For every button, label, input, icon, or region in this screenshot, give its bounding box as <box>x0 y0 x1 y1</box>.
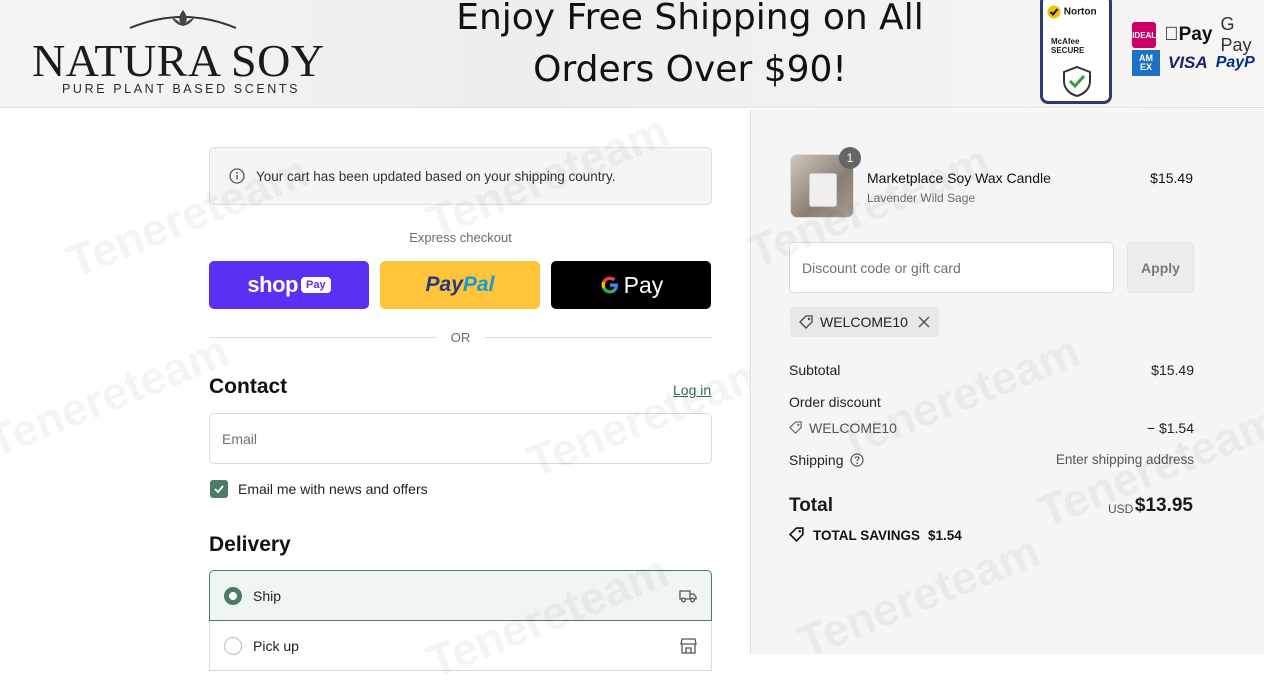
paypal-button[interactable]: Pay Pal <box>380 261 540 309</box>
delivery-option-pickup[interactable]: Pick up <box>209 621 712 671</box>
norton-badge: Norton <box>1047 5 1097 19</box>
payment-logos-row-2: AM EX VISA PayP <box>1132 50 1255 76</box>
total-savings: TOTAL SAVINGS $1.54 <box>789 527 962 543</box>
discount-code-label: WELCOME10 <box>809 420 897 436</box>
ship-radio[interactable] <box>224 586 242 605</box>
help-icon[interactable] <box>849 453 864 467</box>
shop-pay-button[interactable]: shop Pay <box>209 261 369 309</box>
remove-discount-icon[interactable] <box>918 316 930 328</box>
savings-label: TOTAL SAVINGS <box>813 527 921 543</box>
tag-icon <box>789 527 804 542</box>
logo-text: NATURA SOY <box>32 35 325 86</box>
order-summary: 1 Marketplace Soy Wax Candle Lavender Wi… <box>741 109 1264 668</box>
product-variant: Lavender Wild Sage <box>867 191 976 205</box>
store-logo[interactable]: NATURA SOY PURE PLANT BASED SCENTS <box>28 2 338 102</box>
email-field[interactable] <box>209 413 712 464</box>
store-icon <box>680 637 697 654</box>
product-price: $15.49 <box>1150 170 1193 186</box>
ideal-logo: iDEAL <box>1132 22 1157 48</box>
tag-icon <box>789 421 802 434</box>
applied-code: WELCOME10 <box>820 314 908 330</box>
marketing-opt-in[interactable]: Email me with news and offers <box>210 480 428 498</box>
paypal-logo: PayP <box>1215 54 1255 71</box>
mcafee-badge: McAfee SECURE <box>1051 37 1085 55</box>
ship-label: Ship <box>253 587 282 604</box>
order-discount-row: Order discount <box>789 394 1194 410</box>
discount-code-input[interactable] <box>789 242 1114 293</box>
trust-badges: Norton McAfee SECURE <box>1040 0 1112 104</box>
savings-value: $1.54 <box>928 527 962 543</box>
apple-pay-logo: Pay <box>1164 16 1212 45</box>
logo-lotus-icon <box>129 10 237 29</box>
google-pay-button[interactable]: Pay <box>551 261 711 309</box>
pickup-label: Pick up <box>253 637 299 654</box>
pickup-radio[interactable] <box>224 636 242 655</box>
info-icon <box>229 168 245 184</box>
subtotal-value: $15.49 <box>1151 362 1194 378</box>
amex-logo: AM EX <box>1132 50 1160 76</box>
contact-heading: Contact <box>209 375 288 398</box>
total-label: Total <box>789 495 833 516</box>
shield-check-icon <box>1063 65 1091 97</box>
express-checkout-label: Express checkout <box>409 230 512 245</box>
promo-line-2: Orders Over $90! <box>533 49 847 90</box>
subtotal-row: Subtotal $15.49 <box>789 362 1194 378</box>
shipping-row: Shipping Enter shipping address <box>789 452 1194 468</box>
subtotal-label: Subtotal <box>789 362 841 378</box>
applied-discount-chip: WELCOME10 <box>790 307 939 337</box>
google-g-icon <box>601 276 618 294</box>
cart-updated-notice: Your cart has been updated based on your… <box>209 147 712 205</box>
watermark-text: Tenereteam <box>0 323 236 469</box>
quantity-badge: 1 <box>839 147 861 169</box>
promo-line-1: Enjoy Free Shipping on All <box>456 0 924 38</box>
truck-icon <box>679 589 697 602</box>
product-name: Marketplace Soy Wax Candle <box>867 170 1051 186</box>
promo-banner: Enjoy Free Shipping on All Orders Over $… <box>410 0 970 96</box>
delivery-option-ship[interactable]: Ship <box>209 570 712 621</box>
marketing-label: Email me with news and offers <box>238 481 428 497</box>
or-divider: OR <box>209 329 712 345</box>
login-link[interactable]: Log in <box>673 382 711 398</box>
marketing-checkbox[interactable] <box>210 480 228 498</box>
order-discount-label: Order discount <box>789 394 881 410</box>
discount-code-row: WELCOME10 − $1.54 <box>789 420 1194 436</box>
checkout-main: Your cart has been updated based on your… <box>0 104 775 688</box>
delivery-heading: Delivery <box>209 533 291 556</box>
checkmark-icon <box>214 485 224 494</box>
shipping-value: Enter shipping address <box>1055 452 1194 467</box>
currency-code: USD <box>1108 502 1134 516</box>
notice-text: Your cart has been updated based on your… <box>256 168 616 184</box>
total-value: $13.95 <box>1134 495 1193 516</box>
logo-tagline: PURE PLANT BASED SCENTS <box>62 82 301 96</box>
apply-discount-button[interactable]: Apply <box>1127 242 1194 293</box>
tag-icon <box>799 314 813 329</box>
visa-logo: VISA <box>1168 53 1208 72</box>
watermark-text: Tenereteam <box>790 523 1047 669</box>
discount-value: − $1.54 <box>1146 420 1194 436</box>
norton-check-icon <box>1047 5 1061 19</box>
shipping-label: Shipping <box>789 452 844 468</box>
header-banner: NATURA SOY PURE PLANT BASED SCENTS Enjoy… <box>0 0 1264 108</box>
